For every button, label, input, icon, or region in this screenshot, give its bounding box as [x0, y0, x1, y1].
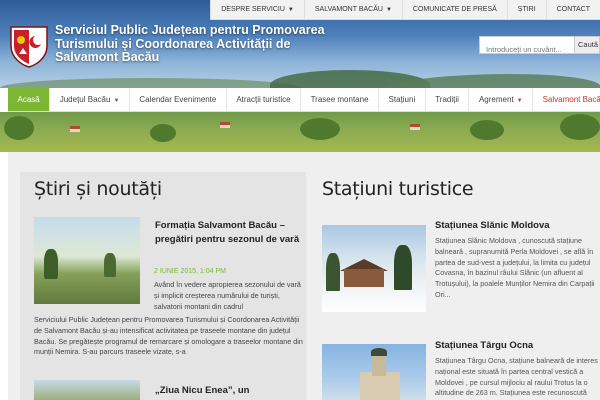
nav-item-calendar[interactable]: Calendar Evenimente	[130, 88, 227, 111]
dome-shape	[371, 348, 387, 356]
nav-item-judetul-bacau[interactable]: Județul Bacău ▼	[50, 88, 130, 111]
caret-down-icon: ▼	[385, 7, 392, 13]
nav-item-traditii[interactable]: Tradiții	[426, 88, 470, 111]
landscape-banner	[0, 112, 600, 152]
coat-of-arms-logo[interactable]	[8, 24, 50, 68]
top-navigation: DESPRE SERVICIU ▼ SALVAMONT BACĂU ▼ COMUNI…	[210, 0, 600, 20]
house-shape	[410, 124, 420, 130]
banner-hills	[0, 78, 300, 88]
nav-item-salvamont[interactable]: Salvamont Bacău	[533, 88, 600, 111]
top-link-despre-serviciu[interactable]: DESPRE SERVICIU ▼	[210, 0, 304, 19]
tree-shape	[104, 253, 116, 277]
tree-shape	[4, 116, 34, 140]
news-section-title: Știri și noutăți	[34, 178, 162, 200]
resort-thumbnail[interactable]	[322, 225, 426, 312]
caret-down-icon: ▼	[516, 98, 523, 104]
resort-thumbnail[interactable]	[322, 344, 426, 400]
top-link-contact[interactable]: CONTACT	[545, 0, 600, 19]
tree-shape	[394, 245, 412, 290]
tower-shape	[372, 354, 386, 376]
caret-down-icon: ▼	[287, 7, 294, 13]
news-thumbnail[interactable]	[34, 217, 140, 304]
nav-item-acasa[interactable]: Acasă	[8, 88, 51, 111]
news-title[interactable]: „Ziua Nicu Enea”, un	[155, 384, 305, 398]
resorts-section: Stațiuni turistice Stațiunea Slănic Mold…	[322, 172, 600, 400]
main-content: Știri și noutăți Formația Salvamont Bacă…	[8, 152, 600, 400]
tree-shape	[326, 253, 340, 291]
building-shape	[344, 269, 384, 287]
church-shape	[360, 372, 400, 400]
coat-of-arms-icon	[10, 26, 48, 68]
news-date: 2 IUNIE 2015, 1:04 PM	[154, 268, 226, 275]
tree-shape	[470, 120, 504, 140]
search-button[interactable]: Caută	[574, 36, 600, 54]
nav-item-agrement[interactable]: Agrement ▼	[469, 88, 534, 111]
search-box	[479, 36, 574, 58]
nav-item-trasee[interactable]: Trasee montane	[301, 88, 380, 111]
tree-shape	[44, 249, 58, 279]
resort-description: Stațiunea Târgu Ocna, stațiune balneară …	[435, 356, 598, 398]
news-thumbnail[interactable]	[34, 380, 140, 400]
tree-shape	[560, 114, 600, 140]
nav-item-statiuni[interactable]: Stațiuni	[379, 88, 426, 111]
house-shape	[220, 122, 230, 128]
news-section: Știri și noutăți Formația Salvamont Bacă…	[20, 172, 306, 400]
resort-description: Stațiunea Slănic Moldova , cunoscută sta…	[435, 236, 595, 299]
resort-title[interactable]: Stațiunea Slănic Moldova	[435, 220, 550, 231]
search-input[interactable]	[480, 41, 574, 58]
news-title[interactable]: Formația Salvamont Bacău – pregătiri pen…	[155, 219, 305, 246]
nav-item-atractii[interactable]: Atracții turistice	[227, 88, 302, 111]
main-navigation: Acasă Județul Bacău ▼ Calendar Evenimente…	[8, 88, 600, 112]
caret-down-icon: ▼	[113, 98, 120, 104]
top-link-salvamont-bacau[interactable]: SALVAMONT BACĂU ▼	[303, 0, 402, 19]
top-link-comunicate[interactable]: COMUNICATE DE PRESĂ	[401, 0, 507, 19]
house-shape	[70, 126, 80, 132]
resort-title[interactable]: Stațiunea Târgu Ocna	[435, 340, 533, 351]
news-excerpt-continued: Serviciului Public Județean pentru Promo…	[34, 315, 303, 357]
resorts-section-title: Stațiuni turistice	[322, 178, 474, 200]
tree-shape	[150, 124, 176, 142]
site-title[interactable]: Serviciul Public Județean pentru Promova…	[55, 23, 345, 65]
top-link-stiri[interactable]: ȘTIRI	[506, 0, 546, 19]
tree-shape	[300, 118, 340, 140]
news-excerpt: Având în vedere apropierea sezonului de …	[154, 280, 301, 311]
